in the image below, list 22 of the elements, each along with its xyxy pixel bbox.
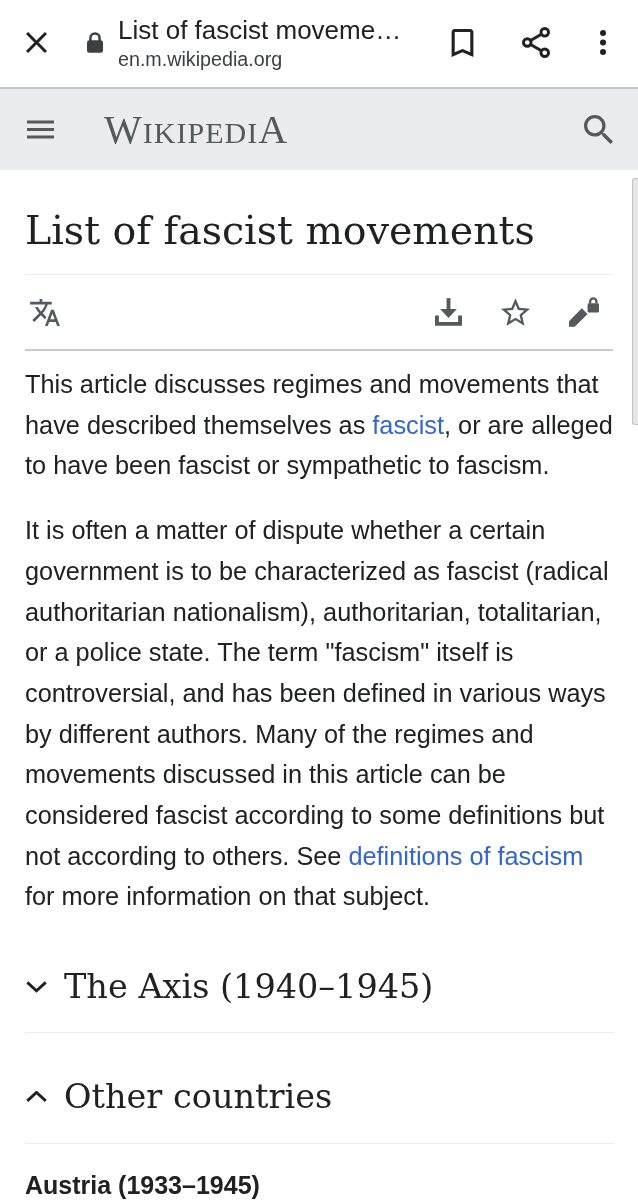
page-title: List of fascist moveme… bbox=[118, 14, 403, 46]
share-icon[interactable] bbox=[522, 27, 550, 58]
menu-icon[interactable] bbox=[27, 120, 54, 139]
lock-icon bbox=[87, 32, 103, 53]
star-icon[interactable] bbox=[501, 298, 530, 326]
search-icon[interactable] bbox=[584, 115, 613, 144]
article-title: List of fascist movements bbox=[25, 207, 613, 275]
paragraph: It is often a matter of dispute whether a certain government is to be characterized as fascist (radical authoritarian nationalism), authoritarian, totalitarian, or a police state. The term "fascism" itself is controversial, and has been defined in various ways by different authors. Many of the regimes and movements discussed in this article can be considered fascist according to some definitions but not according to others. See definitions of fascism for more information on that subject. bbox=[25, 515, 610, 913]
subsection-heading: Austria (1933–1945) bbox=[25, 1172, 261, 1199]
section-heading[interactable]: The Axis (1940–1945) bbox=[25, 967, 434, 1008]
link[interactable]: fascist bbox=[372, 410, 445, 439]
download-icon[interactable] bbox=[435, 298, 462, 326]
page-url: en.m.wikipedia.org bbox=[118, 47, 284, 71]
bookmark-icon[interactable] bbox=[451, 28, 474, 57]
link[interactable]: definitions of fascism bbox=[348, 841, 584, 870]
paragraph: This article discusses regimes and movements that have described themselves as fascist, or are alleged to have been fascist or sympathetic to fascism. bbox=[25, 369, 613, 482]
translate-icon[interactable] bbox=[30, 298, 60, 326]
wikipedia-wordmark[interactable]: WIKIPEDIA bbox=[104, 109, 288, 150]
more-options-icon[interactable] bbox=[600, 30, 606, 55]
pencil-lock-icon[interactable] bbox=[569, 297, 599, 327]
section-heading[interactable]: Other countries bbox=[25, 1077, 333, 1118]
close-icon[interactable] bbox=[26, 32, 47, 53]
